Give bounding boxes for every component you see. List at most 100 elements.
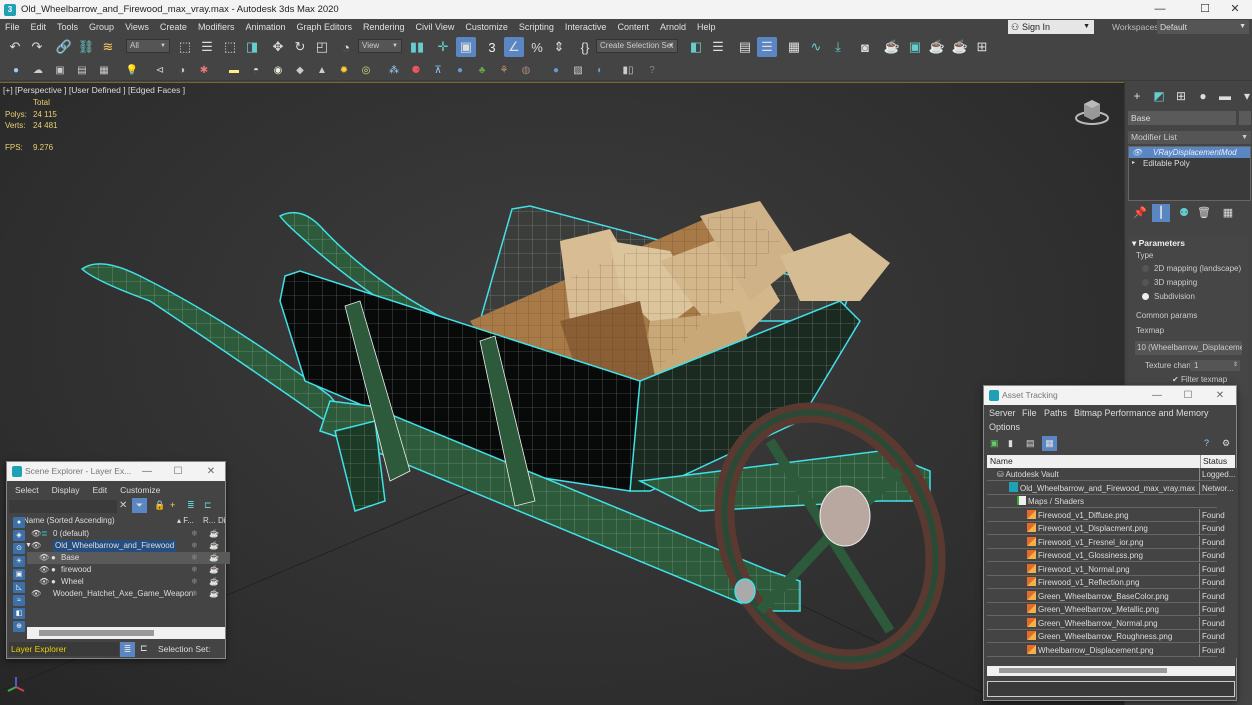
asset-row[interactable]: Firewood_v1_Glossiness.png Found [987, 549, 1225, 562]
minimize-button[interactable]: — [1145, 0, 1175, 19]
asset-row[interactable]: ⛁ Autodesk Vault Logged... [987, 468, 1235, 481]
sign-in-dropdown[interactable]: ⚇ Sign In ▼ [1008, 20, 1094, 34]
object-row[interactable]: 👁 ● Base ❄ ☕ [27, 552, 230, 564]
column-name[interactable]: Name (Sorted Ascending) [23, 515, 115, 527]
curve-editor-icon[interactable]: ∿ [806, 37, 826, 57]
rect-light-icon[interactable]: ▬ [226, 62, 242, 78]
display-geometry-icon[interactable]: ◈ [13, 530, 25, 541]
vegetation-icon[interactable]: ♣ [474, 62, 490, 78]
menu-interactive[interactable]: Interactive [560, 22, 613, 32]
minimize-button[interactable]: — [1149, 386, 1165, 405]
rect-selection-icon[interactable]: ⬚ [220, 37, 240, 57]
freeze-icon[interactable]: ❄ [191, 564, 198, 576]
link-icon[interactable]: 🔗 [54, 37, 74, 57]
filter-texmap-checkbox[interactable]: ✔ Filter texmap [1172, 375, 1227, 384]
reference-coord-dropdown[interactable]: View ▼ [358, 39, 402, 53]
menu-edit[interactable]: Edit [26, 22, 53, 32]
material-editor-icon[interactable]: ◙ [855, 37, 875, 57]
checkout-icon[interactable]: ▮ [1008, 438, 1013, 449]
menu-graph-editors[interactable]: Graph Editors [291, 22, 358, 32]
object-row[interactable]: 👁 ● Wheel ❄ ☕ [27, 576, 230, 588]
maximize-button[interactable]: ☐ [1180, 386, 1196, 405]
asset-row[interactable]: Firewood_v1_Fresnel_ior.png Found [987, 535, 1225, 549]
mesh-light-icon[interactable]: ◆ [292, 62, 308, 78]
expand-arrow-icon[interactable]: ▸ [1132, 158, 1135, 169]
menu-rendering[interactable]: Rendering [358, 22, 411, 32]
menu-group[interactable]: Group [84, 22, 120, 32]
display-groups-icon[interactable]: ◧ [13, 608, 25, 619]
rendered-frame-icon[interactable]: ▣ [905, 37, 925, 57]
asset-row[interactable]: Old_Wheelbarrow_and_Firewood_max_vray.ma… [987, 481, 1234, 495]
menu-animation[interactable]: Animation [240, 22, 291, 32]
column-status[interactable]: Status [1200, 455, 1227, 468]
menu-customize[interactable]: Customize [112, 485, 165, 495]
asset-tracking-titlebar[interactable]: Asset Tracking — ☐ ✕ [984, 386, 1236, 405]
close-button[interactable]: ✕ [1212, 386, 1228, 405]
bind-spacewarp-icon[interactable]: ≋ [98, 37, 118, 57]
mirror-icon[interactable]: ◧ [686, 37, 706, 57]
spinner-snap-icon[interactable]: ⇕ [549, 37, 569, 57]
eye-icon[interactable]: 👁 [31, 528, 41, 540]
sphere-light-icon[interactable]: ◉ [270, 62, 286, 78]
a360-icon[interactable]: ⊞ [972, 37, 992, 57]
helper-icon[interactable]: ◑ [174, 62, 190, 78]
horizontal-scrollbar[interactable] [987, 666, 1235, 676]
workspace-select[interactable]: Default ▼ [1157, 20, 1249, 34]
selection-filter-dropdown[interactable]: All ▼ [126, 39, 170, 53]
scale-icon[interactable]: ◰ [312, 37, 332, 57]
render-cloud-icon[interactable]: ☕ [950, 37, 970, 57]
freeze-icon[interactable]: ❄ [191, 576, 198, 588]
asset-row[interactable]: Green_Wheelbarrow_Normal.png Found [987, 616, 1225, 630]
pin-stack-icon[interactable]: 📌 [1131, 204, 1149, 222]
window-crossing-icon[interactable]: ◨ [242, 37, 262, 57]
eye-icon[interactable]: 👁 [39, 564, 49, 576]
asset-row[interactable]: Green_Wheelbarrow_BaseColor.png Found [987, 589, 1225, 603]
align-icon[interactable]: ☰ [708, 37, 728, 57]
layer-explorer-icon[interactable]: ☰ [757, 37, 777, 57]
radio-2d-mapping[interactable]: 2D mapping (landscape) [1142, 264, 1241, 273]
table-view-icon[interactable]: ▦ [1042, 436, 1057, 451]
modifier-list-dropdown[interactable]: Modifier List ▼ [1128, 131, 1251, 144]
help-icon[interactable]: ? [1204, 438, 1209, 448]
object-color-swatch[interactable] [1239, 111, 1251, 125]
scrollbar-thumb[interactable] [39, 630, 154, 636]
asset-row[interactable]: Wheelbarrow_Displacement.png Found [987, 643, 1225, 657]
layer-explorer-icon[interactable]: ≣ [120, 642, 135, 657]
render-teapot-icon[interactable]: ☕ [209, 576, 219, 588]
column-display[interactable]: Di [218, 515, 226, 527]
proxy-icon[interactable]: ⚈ [408, 62, 424, 78]
asset-row[interactable]: Firewood_v1_Reflection.png Found [987, 576, 1225, 589]
layer-row[interactable]: 👁 Wooden_Hatchet_Axe_Game_Weapon ❄ ☕ [27, 588, 230, 600]
eye-icon[interactable]: 👁 [1132, 147, 1142, 158]
render-teapot-icon[interactable]: ☕ [209, 564, 219, 576]
menu-create[interactable]: Create [155, 22, 193, 32]
ambient-light-icon[interactable]: ◎ [358, 62, 374, 78]
menu-modifiers[interactable]: Modifiers [193, 22, 241, 32]
column-freeze[interactable]: ▴ F... [177, 515, 194, 527]
stack-item-editable-poly[interactable]: ▸ Editable Poly [1129, 158, 1250, 169]
clear-search-icon[interactable]: ✕ [119, 500, 127, 511]
asset-path-field[interactable] [987, 681, 1235, 697]
motion-tab-icon[interactable]: ● [1193, 88, 1213, 104]
menu-server[interactable]: Server [989, 408, 1016, 418]
explorer-mode-dropdown[interactable]: Layer Explorer [9, 642, 119, 656]
rotate-icon[interactable]: ↻ [290, 37, 310, 57]
object-properties-icon[interactable]: ▮▯ [620, 62, 636, 78]
menu-file[interactable]: File [0, 22, 26, 32]
scene-explorer-titlebar[interactable]: Scene Explorer - Layer Ex... — ☐ ✕ [7, 462, 225, 481]
render-teapot-icon[interactable]: ☕ [209, 528, 219, 540]
menu-help[interactable]: Help [692, 22, 722, 32]
decal-icon[interactable]: ◍ [518, 62, 534, 78]
utilities-tab-icon[interactable]: ▾ [1237, 88, 1252, 104]
freeze-icon[interactable]: ❄ [191, 552, 198, 564]
fur-icon[interactable]: ⁂ [386, 62, 402, 78]
cloud-icon[interactable]: ☁ [30, 62, 46, 78]
asset-row[interactable]: Firewood_v1_Displacment.png Found [987, 522, 1225, 535]
vault-icon[interactable]: ▣ [990, 438, 999, 449]
menu-select[interactable]: Select [7, 485, 44, 495]
menu-paths[interactable]: Paths [1044, 408, 1067, 418]
dome-light-icon[interactable]: ◓ [248, 62, 264, 78]
ribbon-icon[interactable]: ▦ [784, 37, 804, 57]
freeze-icon[interactable]: ❄ [191, 540, 198, 552]
horizontal-scrollbar[interactable] [27, 627, 225, 639]
